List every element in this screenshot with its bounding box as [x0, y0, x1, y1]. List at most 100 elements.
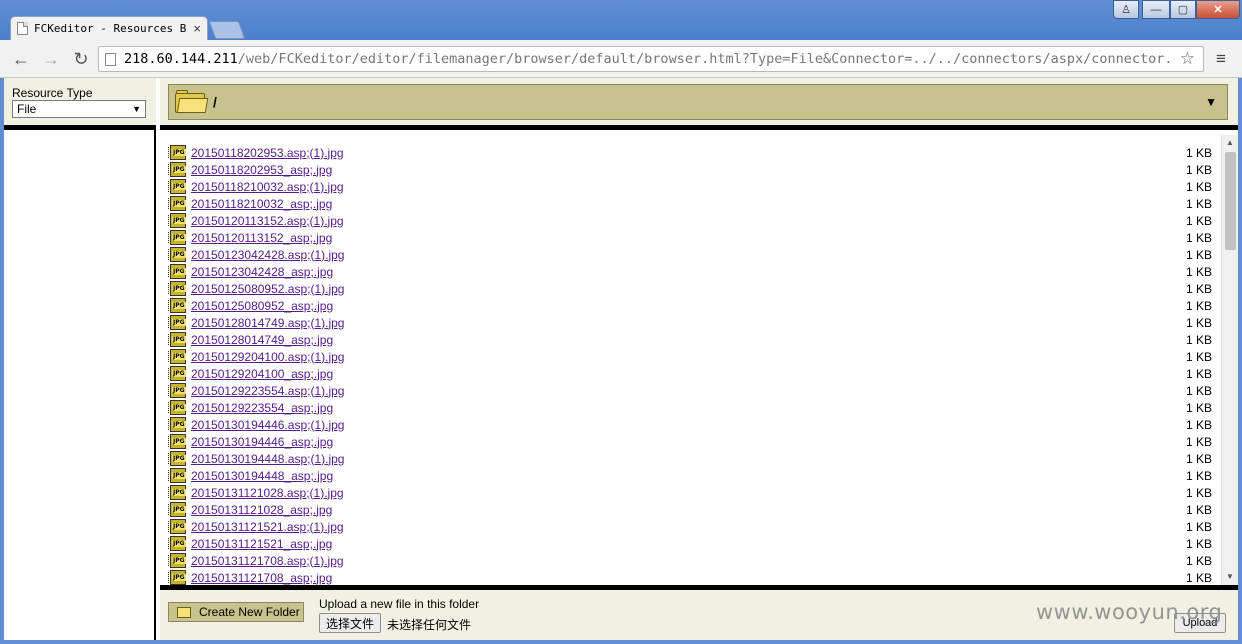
file-link[interactable]: 20150120113152.asp;(1).jpg: [191, 214, 1152, 228]
jpg-file-icon: [168, 570, 186, 585]
url-text[interactable]: 218.60.144.211/web/FCKeditor/editor/file…: [124, 51, 1172, 67]
jpg-file-icon: [168, 417, 186, 432]
file-row: 20150128014749.asp;(1).jpg 1 KB: [168, 314, 1212, 331]
file-size: 1 KB: [1185, 298, 1212, 313]
forward-arrow-icon[interactable]: →: [40, 48, 62, 70]
browser-toolbar: ← → ↻ 218.60.144.211/web/FCKeditor/edito…: [0, 40, 1242, 78]
menu-icon[interactable]: ≡: [1212, 50, 1230, 68]
file-row: 20150130194448.asp;(1).jpg 1 KB: [168, 450, 1212, 467]
file-link[interactable]: 20150120113152_asp;.jpg: [191, 231, 1152, 245]
file-row: 20150129204100_asp;.jpg 1 KB: [168, 365, 1212, 382]
right-frame: / ▼ 20150118202953.asp;(1).jpg1 KB201501…: [160, 78, 1238, 640]
jpg-file-icon: [168, 264, 186, 279]
file-row: 20150123042428_asp;.jpg 1 KB: [168, 263, 1212, 280]
back-arrow-icon[interactable]: ←: [10, 48, 32, 70]
file-link[interactable]: 20150129204100.asp;(1).jpg: [191, 350, 1152, 364]
url-host: 218.60.144.211: [124, 51, 238, 67]
jpg-file-icon: [168, 400, 186, 415]
jpg-file-icon: [168, 230, 186, 245]
file-link[interactable]: 20150128014749.asp;(1).jpg: [191, 316, 1152, 330]
jpg-file-icon: [168, 536, 186, 551]
file-link[interactable]: 20150125080952.asp;(1).jpg: [191, 282, 1152, 296]
file-size: 1 KB: [1185, 468, 1212, 483]
file-row: 20150120113152.asp;(1).jpg 1 KB: [168, 212, 1212, 229]
file-link[interactable]: 20150128014749_asp;.jpg: [191, 333, 1152, 347]
file-row: 20150131121708.asp;(1).jpg 1 KB: [168, 552, 1212, 569]
tab-title: FCKeditor - Resources B: [34, 22, 187, 35]
current-folder-select[interactable]: / ▼: [168, 84, 1228, 120]
file-link[interactable]: 20150129223554_asp;.jpg: [191, 401, 1152, 415]
jpg-file-icon: [168, 315, 186, 330]
file-link[interactable]: 20150125080952_asp;.jpg: [191, 299, 1152, 313]
file-row: 20150125080952_asp;.jpg 1 KB: [168, 297, 1212, 314]
file-link[interactable]: 20150118210032.asp;(1).jpg: [191, 180, 1152, 194]
minimize-button[interactable]: —: [1142, 0, 1170, 19]
file-link[interactable]: 20150123042428.asp;(1).jpg: [191, 248, 1152, 262]
create-folder-button[interactable]: Create New Folder: [168, 602, 304, 622]
file-row: 20150130194446.asp;(1).jpg 1 KB: [168, 416, 1212, 433]
file-link[interactable]: 20150129204100_asp;.jpg: [191, 367, 1152, 381]
file-link[interactable]: 20150129223554.asp;(1).jpg: [191, 384, 1152, 398]
file-row: 20150131121708_asp;.jpg 1 KB: [168, 569, 1212, 585]
file-size: 1 KB: [1185, 366, 1212, 381]
file-link[interactable]: 20150131121708.asp;(1).jpg: [191, 554, 1152, 568]
file-link[interactable]: 20150130194446_asp;.jpg: [191, 435, 1152, 449]
file-size: 1 KB: [1185, 400, 1212, 415]
scroll-up-icon[interactable]: ▲: [1222, 135, 1238, 151]
jpg-file-icon: [168, 247, 186, 262]
file-size: 1 KB: [1185, 332, 1212, 347]
tab-close-icon[interactable]: ×: [193, 21, 201, 36]
file-row: 20150130194448_asp;.jpg 1 KB: [168, 467, 1212, 484]
jpg-file-icon: [168, 145, 186, 160]
file-size: 1 KB: [1185, 247, 1212, 262]
address-bar[interactable]: 218.60.144.211/web/FCKeditor/editor/file…: [98, 46, 1204, 72]
file-row: 20150129223554_asp;.jpg 1 KB: [168, 399, 1212, 416]
browser-titlebar: FCKeditor - Resources B × ♙ — ▢ ✕: [0, 0, 1242, 40]
file-link[interactable]: 20150118210032_asp;.jpg: [191, 197, 1152, 211]
jpg-file-icon: [168, 196, 186, 211]
upload-button[interactable]: Upload: [1174, 613, 1226, 633]
upload-label: Upload a new file in this folder: [319, 597, 480, 611]
new-tab-button[interactable]: [208, 21, 246, 39]
file-link[interactable]: 20150131121708_asp;.jpg: [191, 571, 1152, 585]
file-link[interactable]: 20150118202953_asp;.jpg: [191, 163, 1152, 177]
chevron-down-icon[interactable]: ▼: [1205, 95, 1217, 109]
scrollbar-thumb[interactable]: [1225, 152, 1236, 250]
file-link[interactable]: 20150131121521.asp;(1).jpg: [191, 520, 1152, 534]
user-icon[interactable]: ♙: [1113, 0, 1139, 19]
file-link[interactable]: 20150123042428_asp;.jpg: [191, 265, 1152, 279]
resource-type-select[interactable]: File ▼: [12, 100, 146, 118]
close-window-button[interactable]: ✕: [1196, 0, 1240, 19]
file-link[interactable]: 20150131121521_asp;.jpg: [191, 537, 1152, 551]
file-size: 1 KB: [1185, 145, 1212, 160]
scroll-down-icon[interactable]: ▼: [1222, 569, 1238, 585]
file-link[interactable]: 20150130194448.asp;(1).jpg: [191, 452, 1152, 466]
reload-icon[interactable]: ↻: [70, 48, 92, 70]
jpg-file-icon: [168, 502, 186, 517]
file-link[interactable]: 20150118202953.asp;(1).jpg: [191, 146, 1152, 160]
file-row: 20150129223554.asp;(1).jpg 1 KB: [168, 382, 1212, 399]
file-size: 1 KB: [1185, 519, 1212, 534]
jpg-file-icon: [168, 179, 186, 194]
maximize-button[interactable]: ▢: [1170, 0, 1196, 19]
file-link[interactable]: 20150130194448_asp;.jpg: [191, 469, 1152, 483]
file-link[interactable]: 20150130194446.asp;(1).jpg: [191, 418, 1152, 432]
page-icon: [17, 22, 28, 35]
file-row: 20150120113152_asp;.jpg 1 KB: [168, 229, 1212, 246]
no-file-chosen-text: 未选择任何文件: [387, 618, 472, 632]
file-row: 20150131121521.asp;(1).jpg 1 KB: [168, 518, 1212, 535]
file-row: 20150118202953_asp;.jpg 1 KB: [168, 161, 1212, 178]
browser-tab[interactable]: FCKeditor - Resources B ×: [10, 16, 208, 40]
folder-open-icon: [175, 90, 209, 114]
file-row: 20150130194446_asp;.jpg 1 KB: [168, 433, 1212, 450]
choose-file-button[interactable]: 选择文件: [319, 613, 382, 633]
scrollbar[interactable]: ▲ ▼: [1221, 135, 1238, 585]
jpg-file-icon: [168, 434, 186, 449]
jpg-file-icon: [168, 451, 186, 466]
jpg-file-icon: [168, 366, 186, 381]
file-link[interactable]: 20150131121028_asp;.jpg: [191, 503, 1152, 517]
bookmark-star-icon[interactable]: ☆: [1172, 49, 1203, 69]
file-size: 1 KB: [1185, 434, 1212, 449]
file-list: 20150118202953.asp;(1).jpg1 KB2015011820…: [160, 135, 1238, 585]
file-link[interactable]: 20150131121028.asp;(1).jpg: [191, 486, 1152, 500]
